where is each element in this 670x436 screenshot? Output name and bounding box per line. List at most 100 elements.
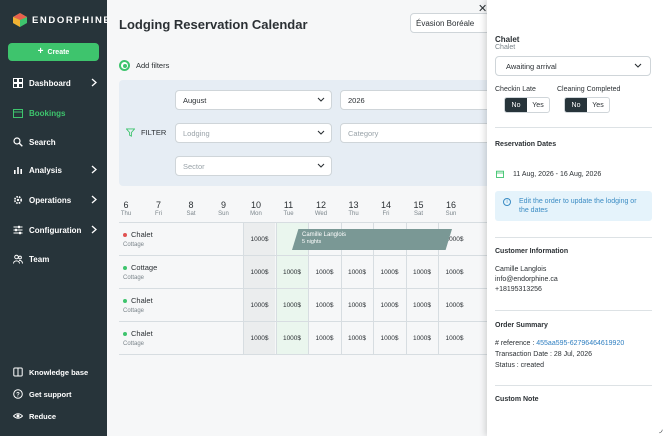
lodging-label[interactable]: Chalet Cottage	[123, 296, 153, 314]
close-icon[interactable]: ✕	[478, 2, 487, 15]
month-select[interactable]: August	[175, 90, 332, 110]
price-cell[interactable]: 1000$	[373, 322, 405, 355]
price-value: 1000$	[445, 335, 464, 342]
day-number: 14	[380, 200, 391, 210]
lodging-label[interactable]: Cottage Cottage	[123, 263, 157, 281]
day-number: 12	[315, 200, 326, 210]
lodging-label[interactable]: Chalet Cottage	[123, 329, 153, 347]
sector-select[interactable]: Sector	[175, 156, 332, 176]
day-weekday: Sat	[413, 211, 423, 217]
sidebar-item-analysis[interactable]: Analysis	[0, 162, 107, 178]
price-value: 1000$	[250, 269, 269, 276]
customer-phone[interactable]: +18195313256	[495, 286, 542, 293]
cleaning-yes[interactable]: Yes	[587, 98, 609, 112]
status-value: Awaiting arrival	[506, 62, 557, 71]
price-cell[interactable]: 1000$	[438, 256, 470, 289]
checkin-late-toggle[interactable]: No Yes	[504, 97, 550, 113]
price-value: 1000$	[445, 269, 464, 276]
reservation-dates: 11 Aug, 2026 - 16 Aug, 2026	[513, 171, 602, 178]
create-button[interactable]: + Create	[8, 43, 99, 61]
divider	[495, 385, 652, 386]
lodging-label[interactable]: Chalet Cottage	[123, 230, 153, 248]
lodging-select[interactable]: Lodging	[175, 123, 332, 143]
cleaning-completed-toggle[interactable]: No Yes	[564, 97, 610, 113]
price-cell[interactable]: 1000$	[308, 322, 340, 355]
search-icon	[13, 137, 23, 147]
order-reference-link[interactable]: 455aa595-62796464619920	[536, 340, 624, 347]
filter-text: FILTER	[141, 128, 167, 137]
price-cell[interactable]: 1000$	[275, 289, 308, 322]
price-cell[interactable]: 1000$	[340, 322, 373, 355]
custom-note-heading: Custom Note	[495, 396, 539, 403]
transaction-date: Transaction Date : 28 Jul, 2026	[495, 351, 593, 358]
calendar-day: 7 Fri	[143, 200, 175, 217]
price-cell[interactable]: 1000$	[438, 322, 470, 355]
price-cell[interactable]: 1000$	[340, 289, 373, 322]
booking-bar[interactable]: Camille Langlois 5 nights	[292, 229, 452, 250]
price-cell[interactable]: 1000$	[275, 322, 308, 355]
lodge-select[interactable]: Évasion Boréale	[410, 13, 487, 33]
sidebar-item-operations[interactable]: Operations	[0, 192, 107, 208]
price-cell[interactable]: 1000$	[405, 322, 438, 355]
day-number: 8	[188, 200, 194, 210]
add-filters-toggle[interactable]: Add filters	[119, 60, 169, 71]
lodging-placeholder: Lodging	[183, 129, 210, 138]
chevron-down-icon	[317, 130, 325, 135]
calendar-day: 15 Sat	[403, 200, 435, 217]
sidebar-item-dashboard[interactable]: Dashboard	[0, 75, 107, 91]
chevron-right-icon	[91, 225, 97, 236]
sidebar-bottom-knowledge-base[interactable]: Knowledge base	[0, 364, 107, 380]
price-cell[interactable]: 1000$	[243, 322, 275, 355]
price-cell[interactable]: 1000$	[373, 256, 405, 289]
price-value: 1000$	[412, 269, 432, 276]
divider	[495, 127, 652, 128]
customer-info-heading: Customer Information	[495, 248, 569, 255]
booking-guest: Camille Langlois	[302, 232, 347, 238]
price-value: 1000$	[250, 335, 269, 342]
brand-logo[interactable]: ENDORPHINE	[13, 13, 111, 27]
svg-text:?: ?	[16, 393, 20, 399]
day-weekday: Sun	[218, 211, 229, 217]
sidebar-item-team[interactable]: Team	[0, 251, 107, 267]
gear-icon	[13, 195, 23, 205]
price-cell[interactable]: 1000$	[438, 289, 470, 322]
sidebar-bottom-reduce[interactable]: Reduce	[0, 408, 107, 424]
price-cell[interactable]: 1000$	[405, 256, 438, 289]
price-value: 1000$	[282, 302, 302, 309]
sidebar-item-search[interactable]: Search	[0, 134, 107, 150]
price-cell[interactable]: 1000$	[308, 289, 340, 322]
year-select[interactable]: 2026	[340, 90, 487, 110]
cleaning-no[interactable]: No	[565, 98, 587, 112]
status-select[interactable]: Awaiting arrival	[495, 56, 651, 76]
category-select[interactable]: Category	[340, 123, 487, 143]
price-value: 1000$	[412, 335, 432, 342]
price-value: 1000$	[347, 302, 367, 309]
booking-nights: 5 nights	[302, 239, 322, 245]
reference-label: # reference :	[495, 340, 537, 347]
day-weekday: Thu	[120, 211, 132, 217]
price-cell[interactable]: 1000$	[243, 223, 275, 256]
chevron-right-icon	[91, 165, 97, 176]
price-value: 1000$	[445, 302, 464, 309]
sector-placeholder: Sector	[183, 162, 205, 171]
price-cell[interactable]: 1000$	[308, 256, 340, 289]
sidebar-bottom-get-support[interactable]: ? Get support	[0, 386, 107, 402]
price-value: 1000$	[315, 302, 334, 309]
checkin-late-yes[interactable]: Yes	[527, 98, 549, 112]
checkin-late-no[interactable]: No	[505, 98, 527, 112]
chevron-down-icon	[317, 163, 325, 168]
price-cell[interactable]: 1000$	[373, 289, 405, 322]
customer-email[interactable]: info@endorphine.ca	[495, 276, 558, 283]
price-cell[interactable]: 1000$	[243, 256, 275, 289]
price-cell[interactable]: 1000$	[243, 289, 275, 322]
price-cell[interactable]: 1000$	[340, 256, 373, 289]
sidebar-item-configuration[interactable]: Configuration	[0, 222, 107, 238]
price-cell[interactable]: 1000$	[405, 289, 438, 322]
sidebar-item-bookings[interactable]: Bookings	[0, 105, 107, 121]
sidebar-bottom-label: Knowledge base	[29, 367, 89, 377]
day-weekday: Sun	[445, 211, 457, 217]
status-dot	[123, 331, 127, 336]
resize-handle-icon[interactable]: ◞	[659, 424, 663, 435]
price-cell[interactable]: 1000$	[275, 256, 308, 289]
order-status: Status : created	[495, 362, 545, 369]
